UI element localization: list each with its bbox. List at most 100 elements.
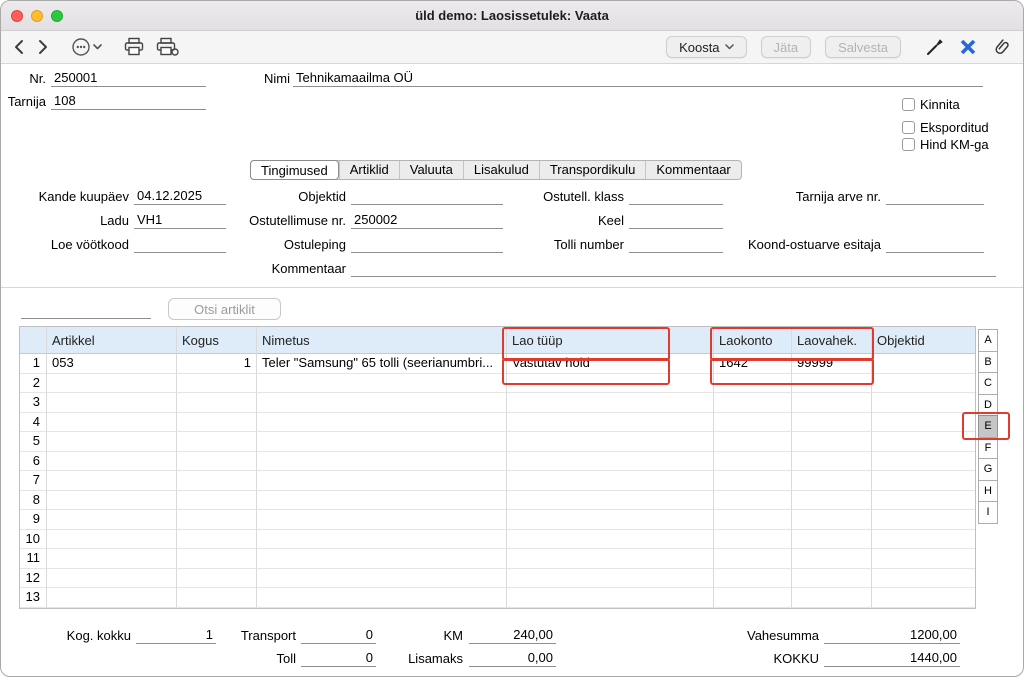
eksporditud-checkbox[interactable]: Eksporditud [902,120,989,135]
cell-lao-tuup[interactable] [507,471,714,491]
letter-tab-f[interactable]: F [978,437,998,460]
cell-laovahek[interactable]: 99999 [792,354,872,374]
header-laokonto[interactable]: Laokonto [714,327,792,354]
cell-lao-tuup[interactable] [507,569,714,589]
table-row[interactable]: 12 [20,569,975,589]
header-objektid[interactable]: Objektid [872,327,975,354]
cell-laokonto[interactable] [714,510,792,530]
cell-artikkel[interactable] [47,569,177,589]
table-row[interactable]: 4 [20,413,975,433]
cell-laokonto[interactable] [714,374,792,394]
table-row[interactable]: 5 [20,432,975,452]
cell-objektid[interactable] [872,413,975,433]
cell-laokonto[interactable]: 1642 [714,354,792,374]
cell-laokonto[interactable] [714,530,792,550]
ostuleping-field[interactable] [351,236,503,253]
cell-laokonto[interactable] [714,549,792,569]
cell-nimetus[interactable] [257,588,507,608]
cell-lao-tuup[interactable]: Vastutav hoid [507,354,714,374]
cell-nimetus[interactable] [257,452,507,472]
toll-field[interactable]: 0 [301,650,376,667]
cell-laokonto[interactable] [714,569,792,589]
letter-tab-b[interactable]: B [978,351,998,374]
cell-laovahek[interactable] [792,393,872,413]
cell-artikkel[interactable]: 053 [47,354,177,374]
cell-kogus[interactable] [177,452,257,472]
link-records-icon[interactable] [959,35,977,59]
cell-objektid[interactable] [872,374,975,394]
letter-tab-a[interactable]: A [978,329,998,352]
cell-laokonto[interactable] [714,413,792,433]
cell-laovahek[interactable] [792,569,872,589]
header-kogus[interactable]: Kogus [177,327,257,354]
print-icon[interactable] [123,35,145,59]
cell-lao-tuup[interactable] [507,413,714,433]
tab-transpordikulu[interactable]: Transpordikulu [539,161,646,179]
cell-kogus[interactable] [177,530,257,550]
cell-laokonto[interactable] [714,432,792,452]
table-row[interactable]: 2 [20,374,975,394]
cell-objektid[interactable] [872,393,975,413]
cell-laovahek[interactable] [792,413,872,433]
cell-lao-tuup[interactable] [507,374,714,394]
cell-kogus[interactable] [177,413,257,433]
jata-button[interactable]: Jäta [761,36,812,58]
loe-vootkood-field[interactable] [134,236,226,253]
tarnija-field[interactable]: 108 [51,93,206,110]
kinnita-checkbox[interactable]: Kinnita [902,97,960,112]
cell-artikkel[interactable] [47,530,177,550]
cell-objektid[interactable] [872,471,975,491]
cell-kogus[interactable] [177,491,257,511]
kande-kuupaev-field[interactable]: 04.12.2025 [134,188,226,205]
cell-lao-tuup[interactable] [507,530,714,550]
cell-nimetus[interactable] [257,471,507,491]
header-lao-tuup[interactable]: Lao tüüp [507,327,714,354]
cell-laovahek[interactable] [792,374,872,394]
tab-lisakulud[interactable]: Lisakulud [463,161,539,179]
header-artikkel[interactable]: Artikkel [47,327,177,354]
cell-laovahek[interactable] [792,452,872,472]
cell-artikkel[interactable] [47,374,177,394]
cell-artikkel[interactable] [47,510,177,530]
cell-lao-tuup[interactable] [507,549,714,569]
paperclip-icon[interactable] [991,35,1011,59]
cell-laovahek[interactable] [792,549,872,569]
cell-kogus[interactable] [177,569,257,589]
cell-laovahek[interactable] [792,588,872,608]
cell-kogus[interactable] [177,588,257,608]
cell-kogus[interactable] [177,510,257,530]
cell-laokonto[interactable] [714,393,792,413]
nimi-field[interactable]: Tehnikamaailma OÜ [293,70,983,87]
cell-kogus[interactable] [177,393,257,413]
transport-field[interactable]: 0 [301,627,376,644]
cell-nimetus[interactable] [257,510,507,530]
search-input[interactable] [21,302,151,319]
hind-kmga-checkbox[interactable]: Hind KM-ga [902,137,989,152]
ostutell-klass-field[interactable] [629,188,723,205]
letter-tab-c[interactable]: C [978,372,998,395]
cell-objektid[interactable] [872,588,975,608]
cell-kogus[interactable] [177,374,257,394]
letter-tab-e[interactable]: E [978,415,998,438]
header-nimetus[interactable]: Nimetus [257,327,507,354]
cell-nimetus[interactable] [257,413,507,433]
cell-nimetus[interactable] [257,549,507,569]
cell-laovahek[interactable] [792,471,872,491]
cell-lao-tuup[interactable] [507,491,714,511]
objektid-field[interactable] [351,188,503,205]
cell-artikkel[interactable] [47,588,177,608]
cell-nimetus[interactable] [257,491,507,511]
cell-laovahek[interactable] [792,491,872,511]
cell-laokonto[interactable] [714,452,792,472]
cell-lao-tuup[interactable] [507,452,714,472]
cell-objektid[interactable] [872,569,975,589]
tab-tingimused[interactable]: Tingimused [250,160,339,180]
tab-kommentaar[interactable]: Kommentaar [645,161,740,179]
tolli-number-field[interactable] [629,236,723,253]
cell-artikkel[interactable] [47,549,177,569]
table-row[interactable]: 13 [20,588,975,608]
cell-objektid[interactable] [872,354,975,374]
checkbox-box[interactable] [902,98,915,111]
cell-artikkel[interactable] [47,413,177,433]
cell-lao-tuup[interactable] [507,432,714,452]
